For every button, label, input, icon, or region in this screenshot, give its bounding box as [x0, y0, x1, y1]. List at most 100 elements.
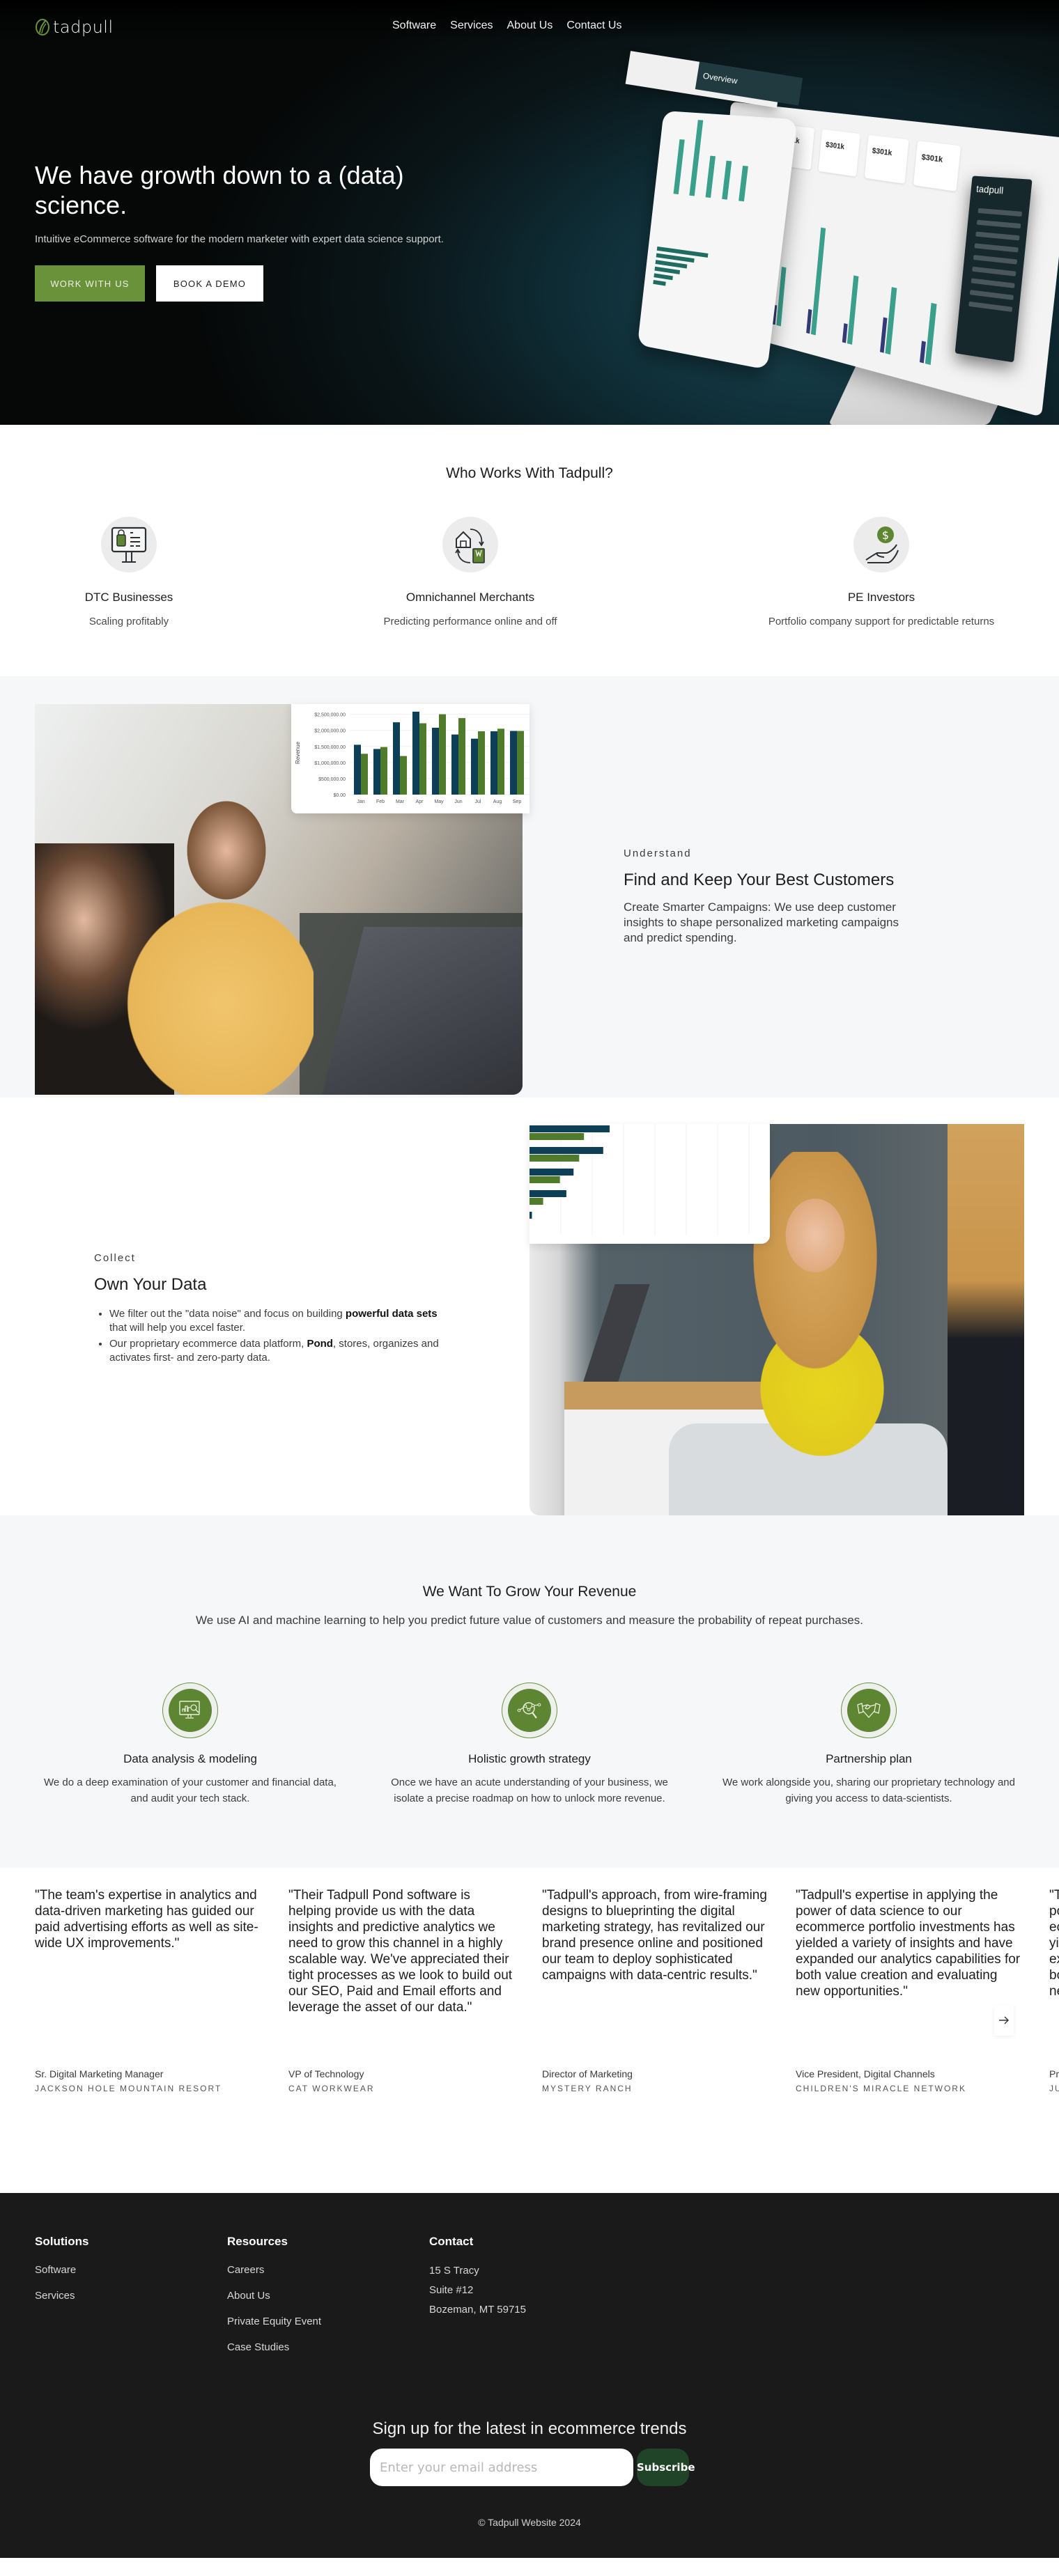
nav-about-us[interactable]: About Us	[507, 19, 553, 32]
collect-section: Collect Own Your Data We filter out the …	[0, 1098, 1059, 1515]
hbar-1-a	[530, 1125, 610, 1132]
grow-item-growth-strategy: Holistic growth strategy Once we have an…	[376, 1683, 683, 1806]
storefront-monitor-icon	[101, 517, 157, 572]
who-works-section: Who Works With Tadpull? DTC Businesses S…	[0, 425, 1059, 676]
horizontal-bar-chart	[530, 1124, 750, 1235]
collect-eyebrow: Collect	[94, 1252, 136, 1264]
logo-link[interactable]: tadpull	[35, 17, 114, 37]
grow-revenue-section: We Want To Grow Your Revenue We use AI a…	[0, 1515, 1059, 1868]
bar-sep-b	[517, 731, 524, 795]
x-tick-label: Jun	[454, 799, 462, 804]
bar-sep-a	[510, 731, 517, 795]
testimonial-role: Vice President, Digital Channels	[796, 2068, 935, 2079]
hbar-4-b	[530, 1198, 543, 1205]
testimonial-org: CAT WORKWEAR	[288, 2084, 375, 2093]
who-item-name: PE Investors	[847, 591, 915, 604]
understand-title: Find and Keep Your Best Customers	[624, 871, 895, 889]
mock-bar	[722, 160, 732, 200]
footer-link-careers[interactable]: Careers	[227, 2264, 321, 2276]
mock-bar	[925, 302, 937, 366]
nav-contact-us[interactable]: Contact Us	[566, 19, 621, 32]
bar-feb-a	[373, 749, 380, 795]
collect-bullet: Our proprietary ecommerce data platform,…	[109, 1337, 442, 1365]
kpi-card: $301k	[818, 129, 860, 177]
bar-aug-b	[497, 728, 504, 795]
bar-may-b	[439, 714, 446, 795]
hero-title: We have growth down to a (data) science.	[35, 161, 404, 219]
x-tick-label: Apr	[416, 799, 424, 804]
understand-section: $0.00 $500,000.00 $1,000,000.00 $1,500,000.…	[0, 676, 1059, 1098]
footer-link-services[interactable]: Services	[35, 2290, 88, 2302]
y-axis-label: Revenue	[295, 741, 301, 764]
collect-bullets: We filter out the "data noise" and focus…	[94, 1307, 442, 1365]
kpi-value: $301k	[921, 153, 943, 164]
kpi-card: $301k	[864, 134, 909, 184]
grow-item-desc: Once we have an acute understanding of y…	[391, 1777, 668, 1804]
footer-contact-title: Contact	[429, 2235, 474, 2248]
logo-text: tadpull	[53, 17, 114, 37]
x-tick-label: Jan	[357, 799, 364, 804]
email-input[interactable]	[370, 2449, 633, 2486]
book-a-demo-button[interactable]: BOOK A DEMO	[156, 265, 263, 302]
footer-link-private-equity-event[interactable]: Private Equity Event	[227, 2316, 321, 2327]
grow-item-desc: We do a deep examination of your custome…	[44, 1777, 337, 1804]
testimonial-card: "Tadpull's approach, from wire-framing d…	[542, 1880, 768, 2110]
testimonial-org: MYSTERY RANCH	[542, 2084, 633, 2093]
analytics-monitor-icon	[162, 1683, 218, 1738]
mock-panel-item	[974, 243, 1019, 253]
footer-link-about-us[interactable]: About Us	[227, 2290, 321, 2302]
bar-jan-b	[361, 754, 368, 795]
mock-hbar	[653, 279, 666, 286]
grow-item-name: Partnership plan	[826, 1752, 912, 1765]
who-item-pe-investors: $ PE Investors Portfolio company support…	[749, 517, 1014, 627]
revenue-bar-chart: $0.00 $500,000.00 $1,000,000.00 $1,500,000.…	[295, 711, 530, 804]
mock-panel-item	[973, 255, 1018, 265]
y-tick-label: $0.00	[333, 793, 346, 798]
nav-software[interactable]: Software	[392, 19, 436, 32]
mock-bar	[689, 120, 704, 196]
mock-bar	[810, 227, 826, 336]
testimonial-quote: "Tadpull's expertise in applying the pow…	[1049, 1888, 1059, 1999]
nav-services[interactable]: Services	[450, 19, 493, 32]
mock-panel-item	[977, 208, 1023, 217]
collect-title: Own Your Data	[94, 1275, 207, 1294]
testimonial-card: "The team's expertise in analytics and d…	[35, 1880, 261, 2110]
bar-jul-b	[478, 731, 485, 795]
mock-panel-item	[976, 219, 1021, 229]
hbar-3-a	[530, 1169, 574, 1176]
hbar-4-a	[530, 1190, 566, 1197]
svg-text:$: $	[882, 529, 889, 542]
hbar-3-b	[530, 1176, 560, 1183]
testimonial-card: "Tadpull's expertise in applying the pow…	[1049, 1880, 1059, 2110]
footer-solutions-title: Solutions	[35, 2235, 89, 2248]
y-tick-label: $1,000,000.00	[314, 761, 346, 766]
photo-laptop	[583, 1284, 650, 1382]
grow-item-name: Data analysis & modeling	[123, 1752, 257, 1765]
testimonial-card: "Tadpull's expertise in applying the pow…	[796, 1880, 1021, 2110]
who-item-name: DTC Businesses	[84, 591, 173, 604]
y-tick-label: $2,500,000.00	[314, 713, 346, 718]
work-with-us-button[interactable]: WORK WITH US	[35, 265, 145, 302]
site-footer: Solutions Software Services Resources Ca…	[0, 2193, 1059, 2558]
hbar-chart-card	[530, 1124, 770, 1244]
testimonial-role: Director of Marketing	[542, 2068, 633, 2079]
footer-link-case-studies[interactable]: Case Studies	[227, 2341, 321, 2353]
x-tick-label: Feb	[376, 799, 385, 804]
carousel-next-button[interactable]	[994, 2005, 1014, 2036]
hbar-5-a	[530, 1212, 532, 1219]
footer-contact: Contact 15 S Tracy Suite #12 Bozeman, MT…	[429, 2235, 526, 2320]
subscribe-button[interactable]: Subscribe	[637, 2449, 695, 2486]
testimonial-role: Principal	[1049, 2068, 1059, 2079]
footer-solutions: Solutions Software Services	[35, 2235, 88, 2302]
mock-bar	[673, 139, 685, 195]
who-item-dtc: DTC Businesses Scaling profitably	[66, 517, 192, 627]
kpi-card: $301k	[913, 141, 961, 192]
mock-panel-item	[969, 290, 1014, 300]
footer-link-software[interactable]: Software	[35, 2264, 88, 2276]
who-title: Who Works With Tadpull?	[446, 465, 613, 481]
bar-jun-a	[451, 734, 458, 795]
x-tick-label: Mar	[396, 799, 405, 804]
bullet-text: We filter out the "data noise" and focus…	[109, 1308, 346, 1320]
bar-mar-a	[393, 722, 400, 795]
newsletter-signup: Sign up for the latest in ecommerce tren…	[0, 2419, 1059, 2528]
